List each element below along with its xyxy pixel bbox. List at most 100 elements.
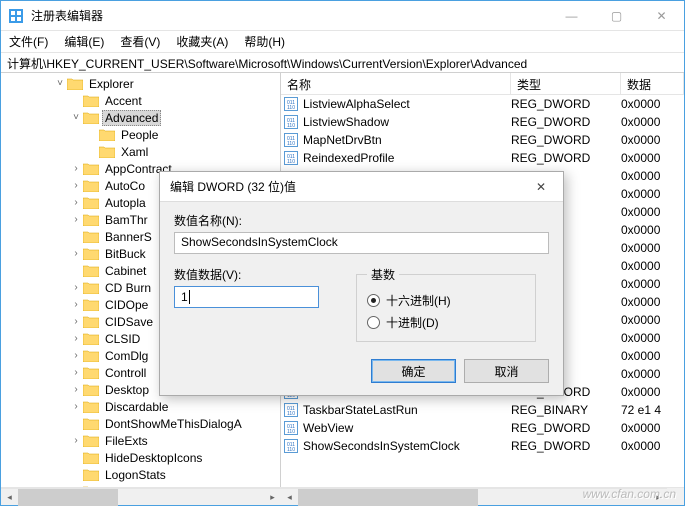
value-name: MapNetDrvBtn — [301, 133, 511, 147]
folder-icon — [83, 281, 99, 295]
folder-icon — [67, 77, 83, 91]
col-type[interactable]: 类型 — [511, 73, 621, 94]
svg-text:110: 110 — [287, 447, 295, 453]
expander-icon[interactable]: › — [69, 401, 83, 412]
value-data: 0x0000 — [621, 133, 684, 147]
list-row[interactable]: 011110ReindexedProfileREG_DWORD0x0000 — [281, 149, 684, 167]
expander-icon[interactable]: › — [69, 435, 83, 446]
expander-icon[interactable]: › — [69, 333, 83, 344]
menu-help[interactable]: 帮助(H) — [236, 30, 293, 53]
scroll-right-icon[interactable]: ▸ — [650, 489, 667, 506]
list-row[interactable]: 011110ListviewAlphaSelectREG_DWORD0x0000 — [281, 95, 684, 113]
tree-item[interactable]: LogonStats — [1, 466, 280, 483]
dialog-close-button[interactable]: ✕ — [519, 172, 563, 202]
value-data-input[interactable]: 1 — [174, 286, 319, 308]
tree-label: Explorer — [86, 77, 137, 91]
expander-icon[interactable]: › — [69, 299, 83, 310]
tree-item[interactable]: DontShowMeThisDialogA — [1, 415, 280, 432]
value-data: 0x0000 — [621, 97, 684, 111]
tree-label: People — [118, 128, 161, 142]
ok-button[interactable]: 确定 — [371, 359, 456, 383]
expander-icon[interactable]: › — [69, 163, 83, 174]
expander-icon[interactable]: › — [69, 486, 83, 487]
folder-icon — [83, 111, 99, 125]
value-data: 0x0000 — [621, 241, 684, 255]
folder-icon — [83, 417, 99, 431]
scroll-thumb[interactable] — [298, 489, 478, 506]
folder-icon — [83, 468, 99, 482]
expander-icon[interactable]: › — [69, 350, 83, 361]
expander-icon[interactable]: ˅ — [53, 78, 67, 89]
radio-dec-icon — [367, 316, 380, 329]
list-hscroll[interactable]: ◂ ▸ — [281, 488, 667, 505]
tree-item[interactable]: Accent — [1, 92, 280, 109]
value-data: 0x0000 — [621, 169, 684, 183]
radio-hex-label: 十六进制(H) — [386, 292, 451, 309]
address-bar[interactable]: 计算机\HKEY_CURRENT_USER\Software\Microsoft… — [1, 53, 684, 73]
menu-edit[interactable]: 编辑(E) — [56, 30, 112, 53]
resize-grip[interactable] — [667, 488, 684, 505]
value-type: REG_DWORD — [511, 151, 621, 165]
col-name[interactable]: 名称 — [281, 73, 511, 94]
list-row[interactable]: 011110MapNetDrvBtnREG_DWORD0x0000 — [281, 131, 684, 149]
folder-icon — [83, 230, 99, 244]
tree-item[interactable]: People — [1, 126, 280, 143]
value-name: ListviewAlphaSelect — [301, 97, 511, 111]
tree-hscroll[interactable]: ◂ ▸ — [1, 488, 281, 505]
expander-icon[interactable]: › — [69, 248, 83, 259]
value-name-field: ShowSecondsInSystemClock — [174, 232, 549, 254]
svg-text:110: 110 — [287, 159, 295, 165]
expander-icon[interactable]: › — [69, 384, 83, 395]
value-data-text: 1 — [181, 290, 188, 304]
tree-item[interactable]: Xaml — [1, 143, 280, 160]
radio-dec[interactable]: 十进制(D) — [367, 311, 525, 333]
radio-hex[interactable]: 十六进制(H) — [367, 289, 525, 311]
value-type: REG_DWORD — [511, 439, 621, 453]
scroll-left-icon[interactable]: ◂ — [281, 489, 298, 506]
folder-icon — [83, 400, 99, 414]
menu-file[interactable]: 文件(F) — [1, 30, 56, 53]
expander-icon[interactable]: › — [69, 197, 83, 208]
close-button[interactable]: ✕ — [639, 1, 684, 31]
maximize-button[interactable]: ▢ — [594, 1, 639, 31]
menu-view[interactable]: 查看(V) — [112, 30, 168, 53]
scroll-thumb[interactable] — [18, 489, 118, 506]
list-header: 名称 类型 数据 — [281, 73, 684, 95]
value-data: 72 e1 4 — [621, 403, 684, 417]
tree-item[interactable]: ˅Advanced — [1, 109, 280, 126]
value-data: 0x0000 — [621, 223, 684, 237]
expander-icon[interactable]: › — [69, 180, 83, 191]
dword-icon: 011110 — [281, 97, 301, 111]
folder-icon — [99, 145, 115, 159]
list-row[interactable]: 011110ListviewShadowREG_DWORD0x0000 — [281, 113, 684, 131]
expander-icon[interactable]: › — [69, 316, 83, 327]
tree-label: BamThr — [102, 213, 151, 227]
tree-item[interactable]: ›FileExts — [1, 432, 280, 449]
svg-text:110: 110 — [287, 141, 295, 147]
menu-favorites[interactable]: 收藏夹(A) — [168, 30, 236, 53]
list-row[interactable]: 011110ShowSecondsInSystemClockREG_DWORD0… — [281, 437, 684, 455]
expander-icon[interactable]: › — [69, 367, 83, 378]
tree-item[interactable]: ›Discardable — [1, 398, 280, 415]
value-data: 0x0000 — [621, 259, 684, 273]
cancel-button[interactable]: 取消 — [464, 359, 549, 383]
tree-label: Controll — [102, 366, 149, 380]
scroll-right-icon[interactable]: ▸ — [264, 489, 281, 506]
tree-label: CIDSave — [102, 315, 156, 329]
expander-icon[interactable]: ˅ — [69, 112, 83, 123]
tree-item[interactable]: ›LowRegistry — [1, 483, 280, 487]
tree-label: LogonStats — [102, 468, 169, 482]
tree-item[interactable]: ˅ Explorer — [1, 75, 280, 92]
minimize-button[interactable]: — — [549, 1, 594, 31]
expander-icon[interactable]: › — [69, 214, 83, 225]
expander-icon[interactable]: › — [69, 282, 83, 293]
svg-text:110: 110 — [287, 429, 295, 435]
value-type: REG_DWORD — [511, 115, 621, 129]
value-type: REG_BINARY — [511, 403, 621, 417]
tree-item[interactable]: HideDesktopIcons — [1, 449, 280, 466]
list-row[interactable]: 011110TaskbarStateLastRunREG_BINARY72 e1… — [281, 401, 684, 419]
list-row[interactable]: 011110WebViewREG_DWORD0x0000 — [281, 419, 684, 437]
col-data[interactable]: 数据 — [621, 73, 684, 94]
scroll-left-icon[interactable]: ◂ — [1, 489, 18, 506]
folder-icon — [83, 162, 99, 176]
